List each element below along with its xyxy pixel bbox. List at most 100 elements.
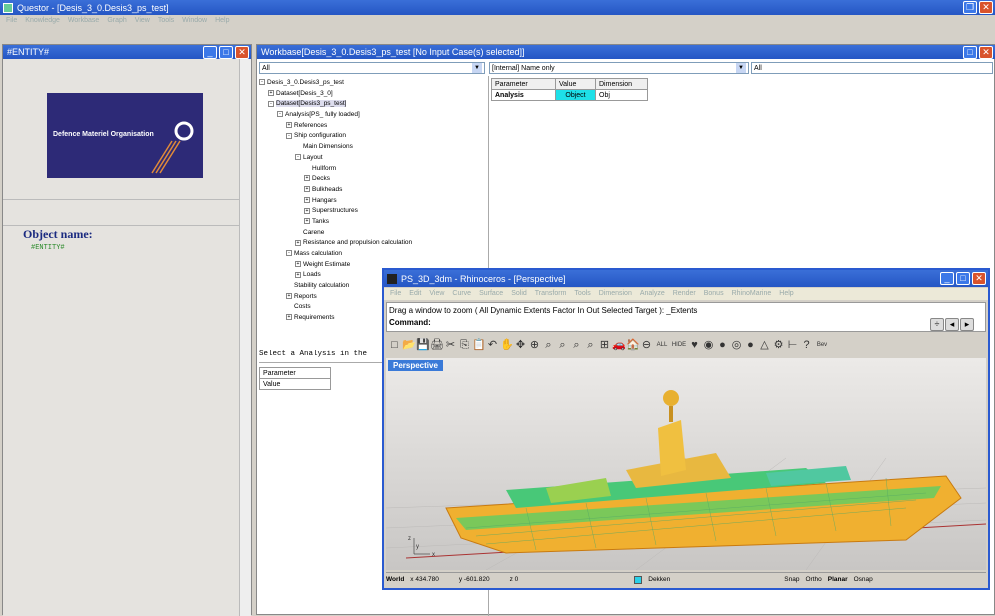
expand-icon[interactable]: + (286, 314, 292, 321)
menu-item-view[interactable]: View (135, 17, 150, 25)
rhino-menu-item-bonus[interactable]: Bonus (704, 290, 724, 298)
toolbar-icon[interactable]: ⚙ (772, 338, 785, 352)
rhino-menu-item-transform[interactable]: Transform (535, 290, 567, 298)
rhino-menu-item-rhinomarine[interactable]: RhinoMarine (732, 290, 772, 298)
status-snap[interactable]: Snap (784, 576, 799, 583)
spin-icon[interactable]: ÷ (930, 318, 944, 331)
toolbar-icon[interactable]: ⌕ (584, 338, 597, 352)
app-close-button[interactable]: ✕ (979, 1, 993, 14)
toolbar-icon[interactable]: ● (744, 338, 757, 352)
toolbar-icon[interactable]: Bev (814, 338, 830, 352)
workbase-close-button[interactable]: ✕ (979, 45, 993, 59)
tree-node[interactable]: + Dataset[Desis_3_0] (259, 89, 487, 100)
expand-icon[interactable]: + (286, 293, 292, 300)
rhino-menu-item-surface[interactable]: Surface (479, 290, 503, 298)
rhino-menu-item-edit[interactable]: Edit (409, 290, 421, 298)
tree-node[interactable]: + Tanks (259, 217, 487, 228)
tree-node[interactable]: - Ship configuration (259, 131, 487, 142)
entity-scrollbar[interactable] (239, 59, 251, 616)
expand-icon[interactable]: + (295, 271, 301, 278)
command-label[interactable]: Command: (389, 318, 431, 327)
arrow-right-icon[interactable]: ▸ (960, 318, 974, 331)
expand-icon[interactable]: + (304, 207, 310, 214)
tree-node[interactable]: - Desis_3_0.Desis3_ps_test (259, 78, 487, 89)
entity-minimize-button[interactable]: _ (203, 45, 217, 59)
toolbar-icon[interactable]: ? (800, 338, 813, 352)
toolbar-icon[interactable]: ✥ (514, 338, 527, 352)
rhino-menu-item-view[interactable]: View (429, 290, 444, 298)
menu-item-knowledge[interactable]: Knowledge (25, 17, 60, 25)
toolbar-icon[interactable]: ↶ (486, 338, 499, 352)
rhino-menu-item-render[interactable]: Render (673, 290, 696, 298)
filter-left-select[interactable]: All ▼ (259, 62, 485, 74)
toolbar-icon[interactable]: ⊢ (786, 338, 799, 352)
expand-icon[interactable]: + (304, 196, 310, 203)
toolbar-icon[interactable]: ⊕ (528, 338, 541, 352)
tree-node[interactable]: Hullform (259, 164, 487, 175)
toolbar-icon[interactable]: ALL (654, 338, 670, 352)
toolbar-icon[interactable]: △ (758, 338, 771, 352)
menu-item-window[interactable]: Window (182, 17, 207, 25)
restore-button[interactable]: ❐ (963, 1, 977, 14)
expand-icon[interactable]: + (304, 175, 310, 182)
perspective-viewport[interactable]: Perspective z x y (386, 358, 986, 570)
rhino-menu-item-solid[interactable]: Solid (511, 290, 527, 298)
toolbar-icon[interactable]: ⎘ (458, 338, 471, 352)
tree-node[interactable]: + References (259, 121, 487, 132)
menu-item-tools[interactable]: Tools (158, 17, 174, 25)
expand-icon[interactable]: + (295, 239, 301, 246)
expand-icon[interactable]: + (268, 89, 274, 96)
tree-node[interactable]: + Hangars (259, 196, 487, 207)
collapse-icon[interactable]: - (295, 154, 301, 161)
entity-maximize-button[interactable]: □ (219, 45, 233, 59)
rhino-close-button[interactable]: ✕ (972, 272, 986, 285)
rhino-menu-item-tools[interactable]: Tools (574, 290, 590, 298)
rhino-menu-item-help[interactable]: Help (779, 290, 793, 298)
tree-node[interactable]: + Superstructures (259, 206, 487, 217)
tree-node[interactable]: - Mass calculation (259, 249, 487, 260)
tree-node[interactable]: + Resistance and propulsion calculation (259, 238, 487, 249)
collapse-icon[interactable]: - (268, 100, 274, 107)
tree-node[interactable]: Main Dimensions (259, 142, 487, 153)
rhino-menu-item-dimension[interactable]: Dimension (599, 290, 632, 298)
rhino-menu-item-analyze[interactable]: Analyze (640, 290, 665, 298)
toolbar-icon[interactable]: ◎ (730, 338, 743, 352)
tree-node[interactable]: Carene (259, 228, 487, 239)
toolbar-icon[interactable]: 💾 (416, 338, 430, 352)
arrow-left-icon[interactable]: ◂ (945, 318, 959, 331)
entity-close-button[interactable]: ✕ (235, 45, 249, 59)
collapse-icon[interactable]: - (277, 111, 283, 118)
toolbar-icon[interactable]: HIDE (671, 338, 687, 352)
toolbar-icon[interactable]: ◉ (702, 338, 715, 352)
toolbar-icon[interactable]: ⊖ (640, 338, 653, 352)
grid-cell-value[interactable]: Object (555, 89, 596, 101)
toolbar-icon[interactable]: ✂ (444, 338, 457, 352)
collapse-icon[interactable]: - (259, 79, 265, 86)
toolbar-icon[interactable]: 🖨 (430, 338, 444, 352)
toolbar-icon[interactable]: 🏠 (626, 338, 640, 352)
rhino-maximize-button[interactable]: □ (956, 272, 970, 285)
tree-node[interactable]: - Analysis[PS_ fully loaded] (259, 110, 487, 121)
rhino-minimize-button[interactable]: _ (940, 272, 954, 285)
tree-node[interactable]: - Dataset[Desis3_ps_test] (259, 99, 487, 110)
expand-icon[interactable]: + (304, 186, 310, 193)
expand-icon[interactable]: + (286, 122, 292, 129)
toolbar-icon[interactable]: ♥ (688, 338, 701, 352)
chevron-down-icon[interactable]: ▼ (472, 63, 482, 73)
filter-mid-select[interactable]: [Internal] Name only ▼ (489, 62, 749, 74)
tree-node[interactable]: - Layout (259, 153, 487, 164)
filter-right-select[interactable]: All (751, 62, 993, 74)
collapse-icon[interactable]: - (286, 132, 292, 139)
expand-icon[interactable]: + (295, 260, 301, 267)
toolbar-icon[interactable]: ● (716, 338, 729, 352)
toolbar-icon[interactable]: ⌕ (570, 338, 583, 352)
menu-item-file[interactable]: File (6, 17, 17, 25)
tree-node[interactable]: + Bulkheads (259, 185, 487, 196)
chevron-down-icon[interactable]: ▼ (736, 63, 746, 73)
toolbar-icon[interactable]: 🚗 (612, 338, 626, 352)
menu-item-graph[interactable]: Graph (107, 17, 126, 25)
toolbar-icon[interactable]: ⌕ (542, 338, 555, 352)
toolbar-icon[interactable]: ⊞ (598, 338, 611, 352)
tree-node[interactable]: + Decks (259, 174, 487, 185)
toolbar-icon[interactable]: □ (388, 338, 401, 352)
